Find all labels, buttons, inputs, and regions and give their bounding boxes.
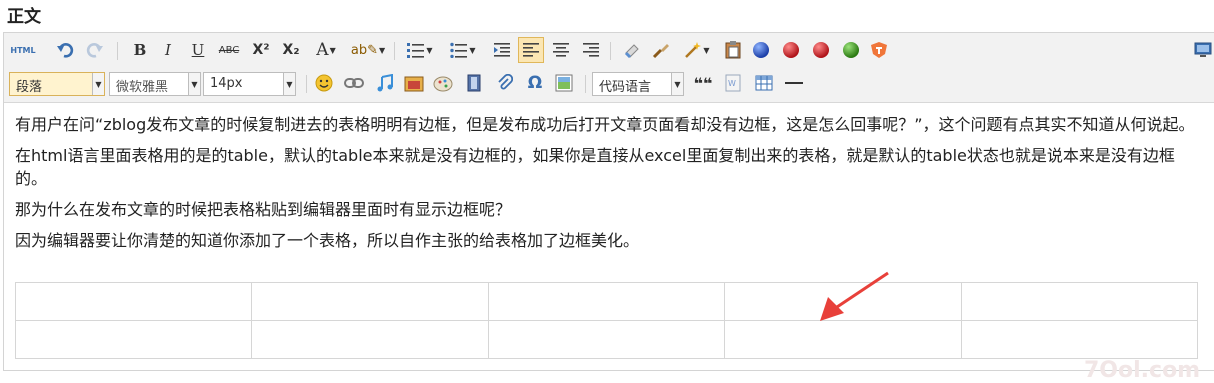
table-cell[interactable]: [724, 320, 962, 359]
table-cell[interactable]: [14, 282, 253, 321]
unordered-list-icon: [450, 42, 468, 58]
content-paragraph: 在html语言里面表格用的是的table，默认的table本来就是没有边框的，如…: [15, 146, 1175, 188]
undo-icon[interactable]: [54, 39, 76, 61]
html-source-button[interactable]: HTML: [10, 39, 36, 61]
blue-gem-icon[interactable]: [750, 39, 772, 61]
svg-text:W: W: [728, 79, 736, 88]
table-icon[interactable]: [753, 72, 775, 94]
font-size-select-value: 14px: [210, 76, 243, 91]
content-paragraph: 有用户在问“zblog发布文章的时候复制进去的表格明明有边框，但是发布成功后打开…: [15, 115, 1195, 134]
toolbar-separator: [306, 75, 307, 93]
content-table[interactable]: [14, 282, 1199, 359]
table-cell[interactable]: [487, 282, 726, 321]
toolbar-separator: [394, 42, 395, 60]
unordered-list-button[interactable]: ▼: [445, 39, 481, 61]
align-left-icon: [523, 43, 539, 57]
section-title: 正文: [7, 7, 41, 27]
chevron-down-icon: ▼: [188, 73, 200, 95]
paste-text-icon[interactable]: [722, 39, 744, 61]
attachment-icon[interactable]: [494, 72, 516, 94]
content-paragraph: 那为什么在发布文章的时候把表格粘贴到编辑器里面时有显示边框呢？: [15, 200, 512, 219]
red-gem-2-icon[interactable]: [810, 39, 832, 61]
toolbar-separator: [585, 75, 586, 93]
code-language-select-value: 代码语言: [599, 80, 652, 95]
chevron-down-icon: ▼: [703, 45, 710, 55]
table-cell[interactable]: [251, 320, 489, 359]
table-cell[interactable]: [960, 320, 1199, 359]
red-gem-icon[interactable]: [780, 39, 802, 61]
eraser-icon[interactable]: [621, 39, 643, 61]
redo-icon[interactable]: [84, 39, 106, 61]
outdent-icon[interactable]: [491, 39, 513, 61]
chevron-down-icon: ▼: [671, 73, 683, 95]
table-row: [14, 320, 1199, 359]
chevron-down-icon: ▼: [469, 45, 476, 55]
watermark: 7Ool.com: [1084, 358, 1201, 383]
table-row: [14, 282, 1199, 321]
chevron-down-icon: ▼: [329, 45, 336, 55]
video-icon[interactable]: [463, 72, 485, 94]
magic-button[interactable]: ▼: [679, 39, 715, 61]
magic-wand-icon: [685, 42, 702, 58]
font-size-select[interactable]: 14px ▼: [203, 72, 296, 96]
highlighter-icon: ab✎: [350, 42, 378, 58]
chevron-down-icon: ▼: [92, 73, 104, 95]
green-gem-icon[interactable]: [840, 39, 862, 61]
paragraph-select[interactable]: 段落 ▼: [9, 72, 105, 96]
table-cell[interactable]: [487, 320, 726, 359]
red-arrow-annotation: [820, 271, 889, 321]
toolbar-separator: [117, 42, 118, 60]
music-icon[interactable]: [374, 72, 396, 94]
chevron-down-icon: ▼: [426, 45, 433, 55]
chevron-down-icon: ▼: [378, 45, 386, 55]
font-family-select[interactable]: 微软雅黑 ▼: [109, 72, 201, 96]
insert-image-icon[interactable]: [432, 72, 454, 94]
table-cell[interactable]: [960, 282, 1199, 321]
align-center-icon[interactable]: [550, 39, 572, 61]
code-language-select[interactable]: 代码语言 ▼: [592, 72, 684, 96]
link-icon[interactable]: [343, 72, 365, 94]
align-left-button[interactable]: [518, 37, 544, 63]
highlight-button[interactable]: ab✎ ▼: [350, 39, 386, 61]
ordered-list-icon: [407, 43, 425, 58]
ordered-list-button[interactable]: ▼: [402, 39, 438, 61]
subscript-button[interactable]: X₂: [278, 39, 304, 61]
fullscreen-icon[interactable]: [1192, 39, 1214, 61]
toolbar-separator: [610, 42, 611, 60]
font-family-select-value: 微软雅黑: [116, 80, 169, 95]
strikethrough-button[interactable]: ABC: [216, 39, 242, 61]
align-right-icon[interactable]: [580, 39, 602, 61]
emoji-icon[interactable]: [313, 72, 335, 94]
format-brush-icon[interactable]: [650, 39, 672, 61]
editor-content[interactable]: 有用户在问“zblog发布文章的时候复制进去的表格明明有边框，但是发布成功后打开…: [15, 113, 1195, 260]
font-color-label: A: [316, 40, 329, 60]
rich-text-editor[interactable]: HTML B I U ABC X² X₂ A ▼ ab✎ ▼ ▼ ▼ ▼ 段落 …: [3, 32, 1214, 383]
underline-button[interactable]: U: [187, 39, 209, 61]
word-paste-icon[interactable]: W: [722, 72, 744, 94]
omega-icon[interactable]: Ω: [524, 72, 546, 94]
quote-button[interactable]: ❝❝: [692, 72, 714, 94]
image-icon[interactable]: [403, 72, 425, 94]
superscript-button[interactable]: X²: [248, 39, 274, 61]
editor-toolbar: HTML B I U ABC X² X₂ A ▼ ab✎ ▼ ▼ ▼ ▼ 段落 …: [4, 33, 1214, 103]
toolbar-row-2: 段落 ▼ 微软雅黑 ▼ 14px ▼ Ω 代码语言 ▼ ❝❝ W: [4, 70, 1214, 98]
table-cell[interactable]: [14, 320, 253, 359]
bold-button[interactable]: B: [129, 39, 151, 61]
table-cell[interactable]: [251, 282, 489, 321]
font-color-button[interactable]: A ▼: [309, 39, 343, 61]
image-manager-icon[interactable]: [553, 72, 575, 94]
toolbar-row-1: HTML B I U ABC X² X₂ A ▼ ab✎ ▼ ▼ ▼ ▼: [4, 37, 1214, 65]
horizontal-rule-icon[interactable]: [783, 72, 805, 94]
shield-icon[interactable]: [868, 39, 890, 61]
chevron-down-icon: ▼: [283, 73, 295, 95]
paragraph-select-value: 段落: [16, 80, 43, 95]
italic-button[interactable]: I: [157, 39, 179, 61]
content-paragraph: 因为编辑器要让你清楚的知道你添加了一个表格，所以自作主张的给表格加了边框美化。: [15, 231, 640, 250]
